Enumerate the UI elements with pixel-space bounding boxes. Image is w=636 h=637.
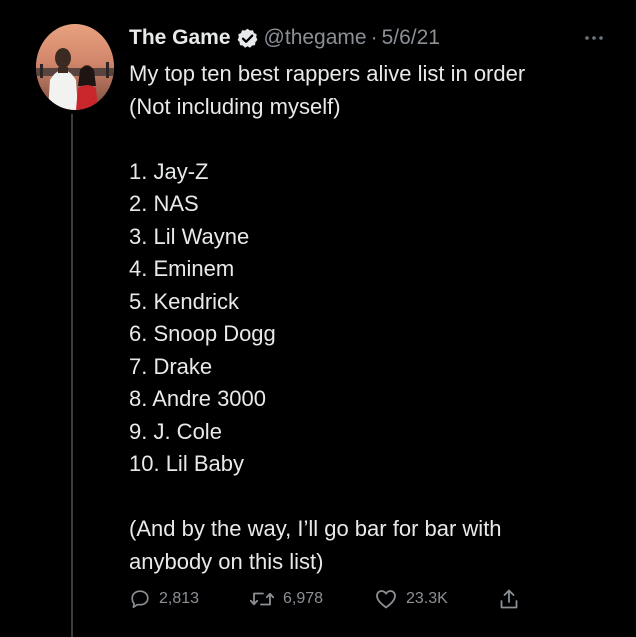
tweet-header: The Game @thegame · 5/6/21: [129, 23, 440, 53]
list-item-8: 8. Andre 3000: [129, 386, 267, 411]
like-button[interactable]: 23.3K: [374, 588, 498, 610]
avatar-photo: [36, 24, 114, 110]
list-item-2: 2. NAS: [129, 191, 199, 216]
reply-button[interactable]: 2,813: [129, 588, 249, 610]
list-item-10: 10. Lil Baby: [129, 451, 244, 476]
tweet-text: My top ten best rappers alive list in or…: [129, 58, 619, 578]
reply-icon: [129, 588, 151, 610]
author-display-name[interactable]: The Game: [129, 26, 231, 50]
share-icon: [498, 587, 520, 611]
list-item-7: 7. Drake: [129, 353, 213, 379]
list-item-5: 5. Kendrick: [129, 288, 240, 314]
like-count: 23.3K: [406, 590, 448, 607]
more-options-icon[interactable]: [583, 30, 605, 40]
header-separator: ·: [370, 26, 378, 49]
thread-line: [71, 114, 73, 637]
reply-count: 2,813: [159, 590, 200, 607]
list-item-3: 3. Lil Wayne: [129, 223, 250, 249]
verified-badge-icon: [237, 28, 258, 49]
tweet-line-note: (Not including myself): [129, 93, 341, 119]
list-item-4: 4. Eminem: [129, 256, 235, 281]
list-item-6: 6. Snoop Dogg: [129, 321, 276, 346]
avatar[interactable]: [36, 24, 114, 110]
retweet-count: 6,978: [283, 590, 324, 607]
tweet-actions: 2,813 6,978 23.3K: [129, 585, 520, 613]
tweet-line-intro: My top ten best rappers alive list in or…: [129, 61, 526, 86]
share-button[interactable]: [498, 587, 520, 611]
retweet-button[interactable]: 6,978: [249, 588, 374, 610]
list-item-9: 9. J. Cole: [129, 418, 222, 444]
retweet-icon: [249, 588, 275, 610]
tweet-line-outro-end: anybody on this list): [129, 548, 324, 574]
tweet-date[interactable]: 5/6/21: [382, 26, 440, 50]
list-item-1: 1. Jay-Z: [129, 158, 209, 184]
heart-icon: [374, 588, 398, 610]
tweet-line-outro: (And by the way, I’ll go bar for bar wit…: [129, 516, 502, 541]
author-handle[interactable]: @thegame: [264, 26, 367, 50]
tweet[interactable]: The Game @thegame · 5/6/21 My top ten be…: [0, 0, 636, 637]
